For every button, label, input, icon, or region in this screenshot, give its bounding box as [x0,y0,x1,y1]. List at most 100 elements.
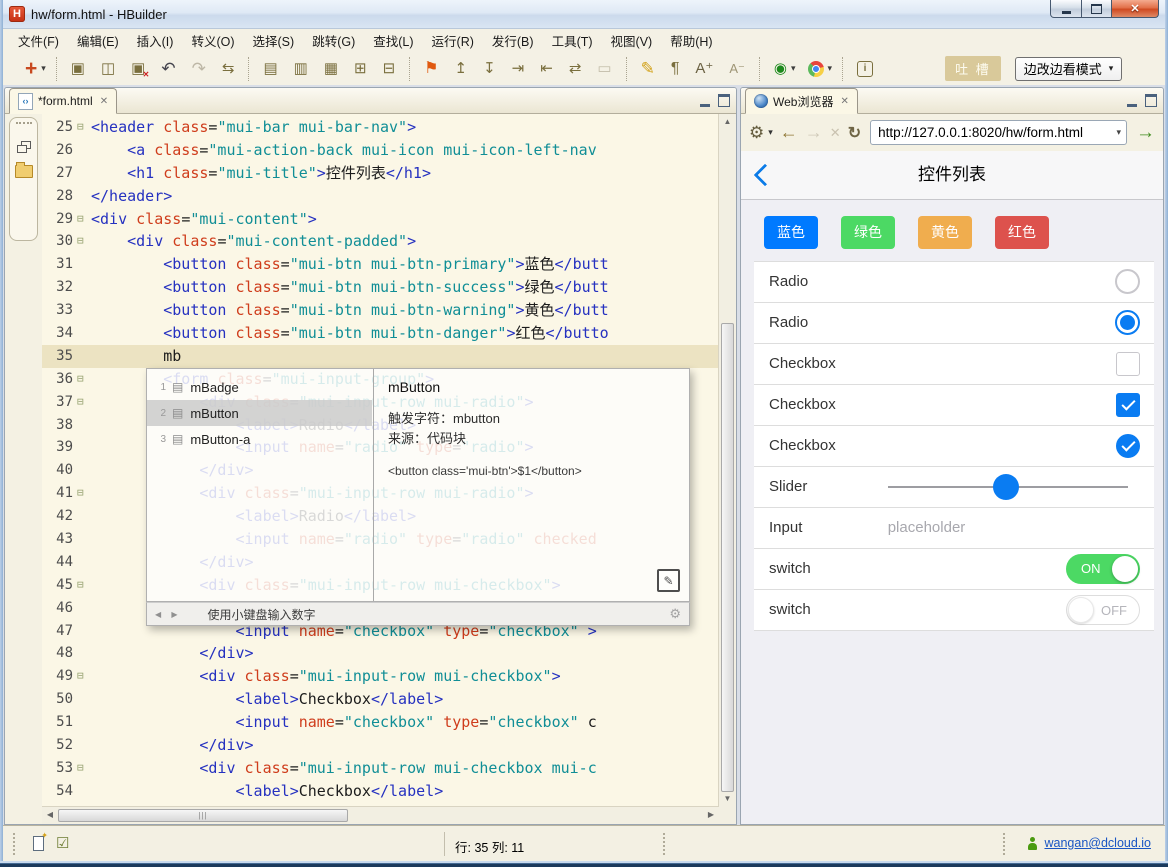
green-button[interactable]: 绿色 [841,216,895,249]
autocomplete-item[interactable]: 2▤mButton [147,400,372,426]
code-line-49[interactable]: 49⊟ <div class="mui-input-row mui-checkb… [42,665,719,688]
new-file-dropdown-icon[interactable]: ▾ [41,63,46,74]
tab-web-browser[interactable]: Web浏览器 ✕ [745,88,858,114]
vertical-scroll-thumb[interactable] [721,323,734,792]
red-button[interactable]: 红色 [995,216,1049,249]
fold-marker-icon[interactable]: ⊟ [77,116,91,139]
code-line-29[interactable]: 29⊟<div class="mui-content"> [42,208,719,231]
project-explorer-icon[interactable] [15,165,33,178]
switch-on[interactable]: ON [1066,554,1140,584]
restore-view-icon[interactable] [17,141,31,153]
code-line-25[interactable]: 25⊟<header class="mui-bar mui-bar-nav"> [42,116,719,139]
url-dropdown-icon[interactable]: ▾ [1116,127,1121,138]
back-button[interactable]: ← [780,122,798,143]
switch-knob[interactable] [1112,556,1138,582]
menu-item-i[interactable]: 插入(I) [128,28,183,53]
code-line-34[interactable]: 34 <button class="mui-btn mui-btn-danger… [42,322,719,345]
menu-item-f[interactable]: 文件(F) [9,28,68,53]
indent-left-icon[interactable]: ⇤ [540,61,553,76]
code-line-54[interactable]: 54 <label>Checkbox</label> [42,780,719,803]
vertical-scrollbar[interactable]: ▲ ▼ [718,114,736,807]
code-line-32[interactable]: 32 <button class="mui-btn mui-btn-succes… [42,276,719,299]
blue-button[interactable]: 蓝色 [764,216,818,249]
import-doc-icon[interactable]: ↥ [455,61,468,76]
font-decrease-button[interactable]: A⁻ [729,62,745,75]
wrap-tag-icon[interactable]: ▥ [294,61,308,76]
code-line-53[interactable]: 53⊟ <div class="mui-input-row mui-checkb… [42,757,719,780]
tab-close-icon[interactable]: ✕ [100,96,108,107]
maximize-button[interactable] [1081,0,1112,18]
menu-item-r[interactable]: 运行(R) [423,28,483,53]
panel-maximize-icon[interactable] [1145,94,1157,107]
chrome-browser-icon[interactable] [808,61,824,77]
debug-run-icon[interactable]: ◉ [774,61,787,76]
go-button[interactable]: → [1136,122,1155,144]
save-all-icon[interactable]: ◫ [101,61,115,76]
autocomplete-item[interactable]: 3▤mButton-a [147,426,372,452]
code-line-33[interactable]: 33 <button class="mui-btn mui-btn-warnin… [42,299,719,322]
code-line-35[interactable]: 35 mb [42,345,719,368]
browser-dropdown-icon[interactable]: ▾ [828,63,833,74]
fold-marker-icon[interactable]: ⊟ [77,665,91,688]
switch-off[interactable]: OFF [1066,595,1140,625]
highlight-pen-icon[interactable]: ✎ [641,60,655,77]
edit-snippet-icon[interactable]: ✎ [657,569,680,592]
page-prev-next-icons[interactable]: ◀ ▶ [155,610,182,619]
autocomplete-item[interactable]: 1▤mBadge [147,374,372,400]
horizontal-scrollbar[interactable]: ◀ ||| ▶ [42,806,719,824]
feedback-info-icon[interactable]: i [857,61,873,77]
code-line-26[interactable]: 26 <a class="mui-action-back mui-icon mu… [42,139,719,162]
menu-item-o[interactable]: 转义(O) [182,28,243,53]
minimize-button[interactable] [1050,0,1082,18]
scroll-down-icon[interactable]: ▼ [719,792,736,806]
close-button[interactable]: ✕ [1111,0,1159,18]
browser-settings-gear-icon[interactable]: ⚙ [749,123,764,143]
code-line-52[interactable]: 52 </div> [42,734,719,757]
tab-form-html[interactable]: ‹› *form.html ✕ [9,88,117,114]
text-input[interactable]: placeholder [888,519,966,536]
doc-gray-icon[interactable]: ▭ [597,61,611,76]
settings-dropdown-icon[interactable]: ▾ [768,127,773,138]
redo-icon[interactable]: ↷ [192,60,206,77]
popup-gear-icon[interactable]: ⚙ [669,606,681,622]
tab-close-icon[interactable]: ✕ [840,96,848,107]
fold-marker-icon[interactable]: ⊟ [77,757,91,780]
bookmark-icon[interactable]: ⚑ [424,61,438,77]
checkbox-unchecked[interactable] [1116,352,1140,376]
task-check-icon[interactable]: ☑ [56,834,69,852]
live-view-mode-dropdown[interactable]: 边改边看模式▾ [1015,57,1123,81]
menu-item-v[interactable]: 视图(V) [602,28,662,53]
fold-marker-icon[interactable]: ⊟ [77,482,91,505]
debug-dropdown-icon[interactable]: ▾ [791,63,796,74]
paragraph-mark-icon[interactable]: ¶ [671,61,680,77]
revert-icon[interactable]: ▣✕ [131,61,145,76]
tucao-button[interactable]: 吐 槽 [945,56,1001,81]
radio-checked[interactable] [1115,310,1140,335]
fold-marker-icon[interactable]: ⊟ [77,574,91,597]
new-file-button[interactable]: + [25,58,37,79]
code-line-48[interactable]: 48 </div> [42,642,719,665]
menu-item-b[interactable]: 发行(B) [483,28,543,53]
save-icon[interactable]: ▣ [71,61,85,76]
expand-line-icon[interactable]: ⊞ [354,61,367,76]
panel-minimize-icon[interactable] [1127,94,1137,107]
panel-maximize-icon[interactable] [718,94,730,107]
menu-item-h[interactable]: 帮助(H) [661,28,721,53]
checkbox-circle-checked[interactable] [1116,434,1140,458]
format-list-icon[interactable]: ▤ [263,61,277,76]
indent-right-icon[interactable]: ⇥ [512,61,525,76]
fold-marker-icon[interactable]: ⊟ [77,368,91,391]
font-increase-button[interactable]: A⁺ [695,61,713,76]
menu-item-t[interactable]: 工具(T) [543,28,602,53]
scroll-up-icon[interactable]: ▲ [719,115,736,129]
reformat-icon[interactable]: ⇆ [222,61,235,76]
stop-button[interactable]: ✕ [830,125,841,141]
switch-knob[interactable] [1068,597,1094,623]
scroll-right-icon[interactable]: ▶ [704,807,718,824]
slider-control[interactable] [888,474,1128,500]
radio-unchecked[interactable] [1115,269,1140,294]
slider-thumb[interactable] [993,474,1019,500]
fold-marker-icon[interactable]: ⊟ [77,230,91,253]
code-line-27[interactable]: 27 <h1 class="mui-title">控件列表</h1> [42,162,719,185]
code-line-30[interactable]: 30⊟ <div class="mui-content-padded"> [42,230,719,253]
